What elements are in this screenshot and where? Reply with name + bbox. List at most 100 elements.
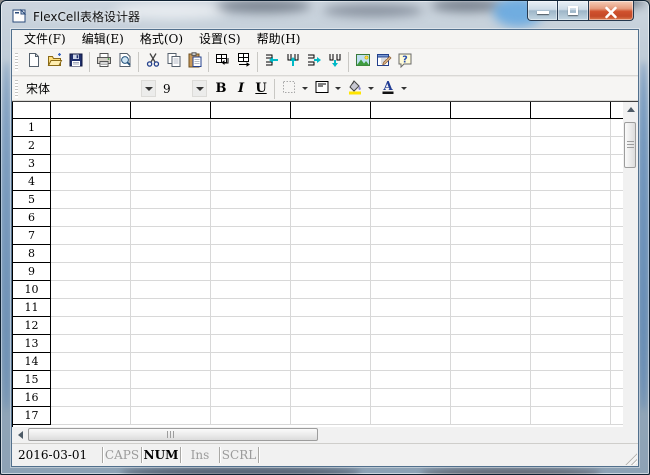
column-header[interactable]: [211, 102, 291, 118]
cell[interactable]: [371, 263, 451, 281]
row-header[interactable]: 2: [13, 137, 51, 155]
insert-row-button[interactable]: [261, 51, 282, 73]
column-header[interactable]: [611, 102, 623, 118]
cell[interactable]: [211, 137, 291, 155]
cell[interactable]: [451, 245, 531, 263]
help-button[interactable]: ?: [394, 51, 415, 73]
titlebar[interactable]: FlexCell表格设计器: [1, 1, 649, 29]
alignment-button[interactable]: [311, 78, 332, 100]
cell[interactable]: [291, 371, 371, 389]
cell[interactable]: [611, 335, 623, 353]
minimize-button[interactable]: [527, 1, 558, 21]
cell[interactable]: [531, 245, 611, 263]
cell[interactable]: [51, 245, 131, 263]
cell[interactable]: [291, 227, 371, 245]
cell[interactable]: [531, 389, 611, 407]
resize-grip[interactable]: [624, 452, 637, 465]
cell[interactable]: [211, 209, 291, 227]
horizontal-scrollbar[interactable]: [12, 427, 623, 443]
cell[interactable]: [131, 173, 211, 191]
cell[interactable]: [611, 209, 623, 227]
row-header[interactable]: 14: [13, 353, 51, 371]
cell[interactable]: [371, 281, 451, 299]
cell[interactable]: [211, 389, 291, 407]
cell[interactable]: [291, 119, 371, 137]
cell[interactable]: [371, 227, 451, 245]
cell[interactable]: [611, 389, 623, 407]
cell[interactable]: [51, 263, 131, 281]
font-name-dropdown-button[interactable]: [141, 80, 156, 97]
cell[interactable]: [291, 389, 371, 407]
vertical-scrollbar-thumb[interactable]: [624, 122, 636, 168]
cell[interactable]: [531, 173, 611, 191]
cell[interactable]: [611, 173, 623, 191]
row-header[interactable]: 7: [13, 227, 51, 245]
cell[interactable]: [371, 155, 451, 173]
cell[interactable]: [291, 353, 371, 371]
cell[interactable]: [371, 353, 451, 371]
cell[interactable]: [451, 299, 531, 317]
menu-item-help[interactable]: 帮助(H): [249, 31, 309, 48]
cell[interactable]: [611, 245, 623, 263]
row-header[interactable]: 11: [13, 299, 51, 317]
cell[interactable]: [291, 155, 371, 173]
cell[interactable]: [131, 371, 211, 389]
fill-color-dropdown-button[interactable]: [365, 80, 377, 98]
column-header[interactable]: [291, 102, 371, 118]
print-button[interactable]: [93, 51, 114, 73]
cell[interactable]: [131, 317, 211, 335]
cell[interactable]: [131, 155, 211, 173]
row-header[interactable]: 10: [13, 281, 51, 299]
cell[interactable]: [211, 371, 291, 389]
cell[interactable]: [451, 191, 531, 209]
cell[interactable]: [611, 227, 623, 245]
cell[interactable]: [611, 191, 623, 209]
cell[interactable]: [531, 407, 611, 425]
cell[interactable]: [51, 119, 131, 137]
cell[interactable]: [611, 281, 623, 299]
toolbar-grip[interactable]: [15, 79, 18, 98]
cell[interactable]: [291, 209, 371, 227]
vertical-scrollbar[interactable]: [623, 102, 638, 427]
row-header[interactable]: 17: [13, 407, 51, 425]
cell[interactable]: [51, 155, 131, 173]
cell[interactable]: [531, 155, 611, 173]
save-button[interactable]: [65, 51, 86, 73]
merge-cells-button[interactable]: [212, 51, 233, 73]
font-name-combo[interactable]: 宋体: [23, 80, 141, 97]
cell[interactable]: [131, 227, 211, 245]
cell[interactable]: [451, 137, 531, 155]
cell[interactable]: [531, 119, 611, 137]
row-header[interactable]: 8: [13, 245, 51, 263]
cell[interactable]: [611, 137, 623, 155]
maximize-button[interactable]: [558, 1, 589, 21]
column-header[interactable]: [51, 102, 131, 118]
row-header[interactable]: 16: [13, 389, 51, 407]
cell[interactable]: [51, 407, 131, 425]
cell[interactable]: [211, 299, 291, 317]
cell[interactable]: [291, 191, 371, 209]
cell[interactable]: [131, 335, 211, 353]
menu-item-edit[interactable]: 编辑(E): [74, 31, 132, 48]
new-button[interactable]: [23, 51, 44, 73]
unmerge-cells-button[interactable]: [233, 51, 254, 73]
row-header[interactable]: 15: [13, 371, 51, 389]
cell[interactable]: [51, 299, 131, 317]
cell[interactable]: [451, 227, 531, 245]
cell[interactable]: [131, 137, 211, 155]
cell[interactable]: [371, 335, 451, 353]
copy-button[interactable]: [163, 51, 184, 73]
paste-button[interactable]: [184, 51, 205, 73]
cell[interactable]: [371, 245, 451, 263]
cell[interactable]: [451, 119, 531, 137]
italic-button[interactable]: I: [231, 79, 251, 99]
borders-dropdown-button[interactable]: [299, 80, 311, 98]
cell[interactable]: [531, 317, 611, 335]
cell[interactable]: [371, 389, 451, 407]
cell[interactable]: [291, 263, 371, 281]
cell[interactable]: [131, 353, 211, 371]
column-header[interactable]: [531, 102, 611, 118]
fill-color-button[interactable]: [344, 78, 365, 100]
cell[interactable]: [371, 317, 451, 335]
cell[interactable]: [371, 299, 451, 317]
